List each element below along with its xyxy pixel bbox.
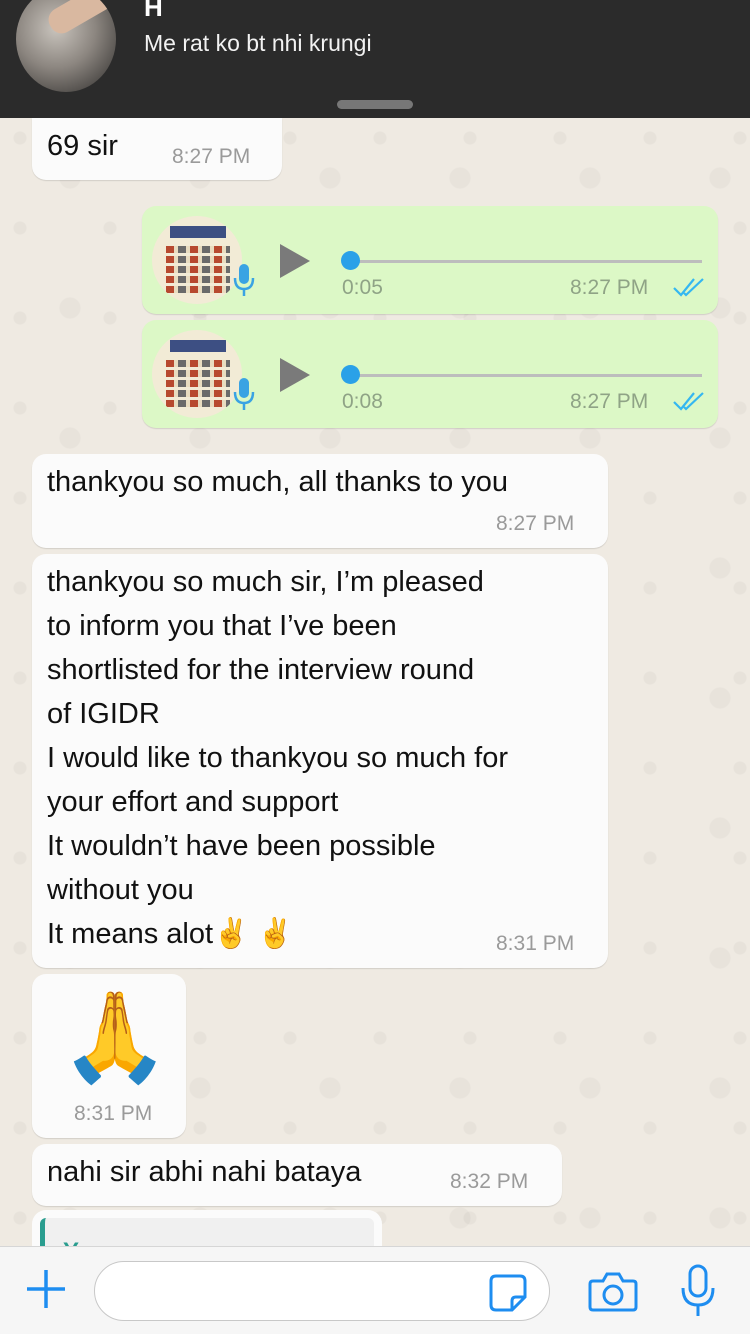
notification-message: Me rat ko bt nhi krungi: [144, 30, 372, 56]
message-time: 8:31 PM: [74, 1102, 153, 1125]
banner-drag-handle[interactable]: [337, 100, 413, 109]
plus-icon[interactable]: [24, 1267, 68, 1311]
message-time: 8:27 PM: [172, 145, 251, 168]
audio-progress-track[interactable]: [342, 260, 702, 263]
microphone-icon: [233, 378, 255, 410]
microphone-icon: [233, 264, 255, 296]
incoming-message[interactable]: nahi sir abhi nahi bataya 8:32 PM: [32, 1144, 562, 1206]
outgoing-voice-message[interactable]: 0:05 8:27 PM: [142, 206, 718, 314]
contact-avatar: [16, 0, 116, 92]
audio-scrubber[interactable]: [341, 365, 360, 384]
read-ticks-icon: [673, 392, 704, 411]
incoming-emoji-message[interactable]: 🙏 8:31 PM: [32, 974, 186, 1138]
voice-note-avatar: [152, 216, 242, 304]
incoming-message[interactable]: thankyou so much, all thanks to you 8:27…: [32, 454, 608, 548]
message-text: thankyou so much, all thanks to you: [47, 466, 509, 498]
voice-duration: 0:05: [342, 276, 383, 299]
voice-duration: 0:08: [342, 390, 383, 413]
camera-icon[interactable]: [588, 1269, 638, 1313]
notification-sender: H: [144, 0, 164, 22]
outgoing-voice-message[interactable]: 0:08 8:27 PM: [142, 320, 718, 428]
message-input-bar: [0, 1246, 750, 1334]
play-icon[interactable]: [280, 358, 310, 392]
message-time: 8:32 PM: [450, 1170, 529, 1193]
message-time: 8:27 PM: [570, 390, 649, 413]
voice-note-avatar: [152, 330, 242, 418]
message-time: 8:27 PM: [570, 276, 649, 299]
audio-scrubber[interactable]: [341, 251, 360, 270]
microphone-icon[interactable]: [680, 1263, 716, 1319]
audio-progress-track[interactable]: [342, 374, 702, 377]
notification-banner[interactable]: H Me rat ko bt nhi krungi: [0, 0, 750, 118]
message-time: 8:31 PM: [496, 932, 575, 955]
incoming-message[interactable]: thankyou so much sir, I’m pleased to inf…: [32, 554, 608, 968]
incoming-message[interactable]: 69 sir 8:27 PM: [32, 118, 282, 180]
message-time: 8:27 PM: [496, 512, 575, 535]
message-text: 69 sir: [47, 130, 118, 162]
read-ticks-icon: [673, 278, 704, 297]
sticker-icon[interactable]: [488, 1273, 528, 1313]
message-text: nahi sir abhi nahi bataya: [47, 1156, 362, 1188]
message-text: thankyou so much sir, I’m pleased to inf…: [47, 566, 509, 950]
message-input[interactable]: [94, 1261, 550, 1321]
praying-hands-emoji: 🙏: [60, 987, 170, 1086]
play-icon[interactable]: [280, 244, 310, 278]
